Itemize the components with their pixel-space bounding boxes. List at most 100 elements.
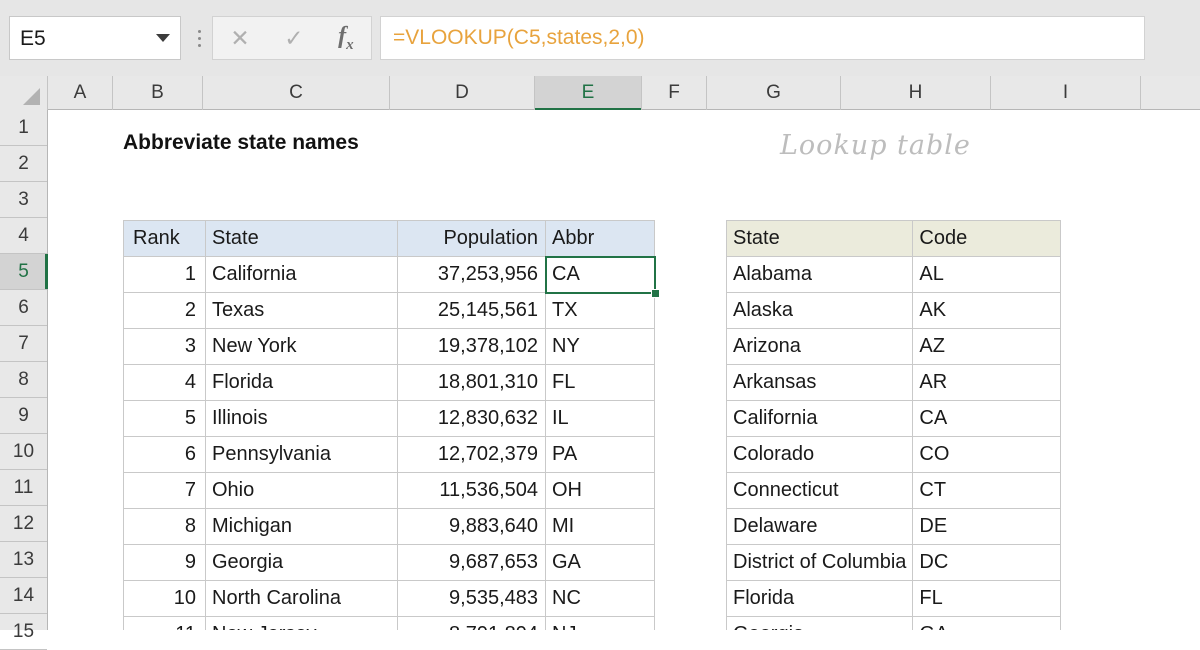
- cell-state[interactable]: North Carolina: [205, 580, 398, 617]
- lookup-row[interactable]: Delaware DE: [725, 508, 1062, 545]
- cell-state[interactable]: Alabama: [725, 256, 914, 293]
- column-header-a[interactable]: A: [48, 76, 113, 110]
- lookup-row[interactable]: Alaska AK: [725, 292, 1062, 329]
- cell-state[interactable]: Pennsylvania: [205, 436, 398, 473]
- cell-code[interactable]: CT: [912, 472, 1062, 509]
- row-header-10[interactable]: 10: [0, 434, 47, 470]
- cell-code[interactable]: DC: [912, 544, 1062, 581]
- lookup-row[interactable]: Connecticut CT: [725, 472, 1062, 509]
- row-header-9[interactable]: 9: [0, 398, 47, 434]
- cell-state[interactable]: Colorado: [725, 436, 914, 473]
- cell-state[interactable]: Ohio: [205, 472, 398, 509]
- cell-state[interactable]: Arizona: [725, 328, 914, 365]
- lookup-row[interactable]: GeorgiaGA: [725, 616, 1062, 630]
- column-header-e[interactable]: E: [535, 76, 642, 111]
- select-all-corner[interactable]: [0, 76, 48, 110]
- row-header-8[interactable]: 8: [0, 362, 47, 398]
- cell-abbr[interactable]: NJ: [545, 616, 655, 630]
- cell-rank[interactable]: 3: [123, 328, 206, 365]
- row-header-4[interactable]: 4: [0, 218, 47, 254]
- fill-handle[interactable]: [651, 289, 660, 298]
- cell-state[interactable]: New Jersey: [205, 616, 398, 630]
- table-row[interactable]: 3 New York 19,378,102 NY: [123, 328, 655, 365]
- lookup-row[interactable]: Florida FL: [725, 580, 1062, 617]
- cell-abbr[interactable]: IL: [545, 400, 655, 437]
- column-header-d[interactable]: D: [390, 76, 535, 110]
- lookup-row[interactable]: Arizona AZ: [725, 328, 1062, 365]
- cell-state[interactable]: California: [205, 256, 398, 293]
- check-icon[interactable]: ✓: [284, 26, 303, 50]
- row-header-7[interactable]: 7: [0, 326, 47, 362]
- cell-state[interactable]: Florida: [205, 364, 398, 401]
- cell-population[interactable]: 9,535,483: [397, 580, 546, 617]
- column-header-g[interactable]: G: [707, 76, 841, 110]
- cell-population[interactable]: 9,883,640: [397, 508, 546, 545]
- cell-abbr[interactable]: TX: [545, 292, 655, 329]
- cell-state[interactable]: Georgia: [205, 544, 398, 581]
- cell-code[interactable]: AL: [912, 256, 1062, 293]
- cell-code[interactable]: DE: [912, 508, 1062, 545]
- table-row[interactable]: 5 Illinois 12,830,632 IL: [123, 400, 655, 437]
- cell-population[interactable]: 12,702,379: [397, 436, 546, 473]
- table-row[interactable]: 6 Pennsylvania 12,702,379 PA: [123, 436, 655, 473]
- column-header-b[interactable]: B: [113, 76, 203, 110]
- lookup-row[interactable]: California CA: [725, 400, 1062, 437]
- cell-state[interactable]: California: [725, 400, 914, 437]
- lookup-row[interactable]: Alabama AL: [725, 256, 1062, 293]
- table-row[interactable]: 10 North Carolina 9,535,483 NC: [123, 580, 655, 617]
- lookup-row[interactable]: Colorado CO: [725, 436, 1062, 473]
- row-header-11[interactable]: 11: [0, 470, 47, 506]
- table-row[interactable]: 11New Jersey8,791,894NJ: [123, 616, 655, 630]
- fx-icon[interactable]: fx: [338, 24, 354, 53]
- cell-rank[interactable]: 10: [123, 580, 206, 617]
- cell-rank[interactable]: 6: [123, 436, 206, 473]
- cell-state[interactable]: Illinois: [205, 400, 398, 437]
- table-row[interactable]: 9 Georgia 9,687,653 GA: [123, 544, 655, 581]
- row-header-13[interactable]: 13: [0, 542, 47, 578]
- cell-code[interactable]: AR: [912, 364, 1062, 401]
- table-row[interactable]: 8 Michigan 9,883,640 MI: [123, 508, 655, 545]
- cell-rank[interactable]: 2: [123, 292, 206, 329]
- table-row[interactable]: 2 Texas 25,145,561 TX: [123, 292, 655, 329]
- cell-population[interactable]: 8,791,894: [397, 616, 546, 630]
- row-header-5[interactable]: 5: [0, 254, 48, 290]
- cell-state[interactable]: New York: [205, 328, 398, 365]
- cell-rank[interactable]: 5: [123, 400, 206, 437]
- cell-population[interactable]: 9,687,653: [397, 544, 546, 581]
- row-header-2[interactable]: 2: [0, 146, 47, 182]
- chevron-down-icon[interactable]: [156, 34, 170, 42]
- cell-abbr[interactable]: PA: [545, 436, 655, 473]
- cell-code[interactable]: GA: [912, 616, 1062, 630]
- column-header-f[interactable]: F: [642, 76, 707, 110]
- cell-abbr[interactable]: MI: [545, 508, 655, 545]
- table-row[interactable]: 7 Ohio 11,536,504 OH: [123, 472, 655, 509]
- lookup-row[interactable]: District of Columbia DC: [725, 544, 1062, 581]
- cell-rank[interactable]: 11: [123, 616, 206, 630]
- cell-abbr[interactable]: GA: [545, 544, 655, 581]
- formula-bar-grip[interactable]: [186, 16, 212, 60]
- row-header-14[interactable]: 14: [0, 578, 47, 614]
- cell-code[interactable]: FL: [912, 580, 1062, 617]
- cell-state[interactable]: District of Columbia: [725, 544, 914, 581]
- row-header-1[interactable]: 1: [0, 110, 47, 146]
- cell-rank[interactable]: 1: [123, 256, 206, 293]
- row-header-6[interactable]: 6: [0, 290, 47, 326]
- row-header-12[interactable]: 12: [0, 506, 47, 542]
- cell-population[interactable]: 18,801,310: [397, 364, 546, 401]
- cell-state[interactable]: Arkansas: [725, 364, 914, 401]
- row-header-3[interactable]: 3: [0, 182, 47, 218]
- name-box[interactable]: E5: [9, 16, 181, 60]
- table-row[interactable]: 4 Florida 18,801,310 FL: [123, 364, 655, 401]
- cell-state[interactable]: Florida: [725, 580, 914, 617]
- cell-rank[interactable]: 9: [123, 544, 206, 581]
- cell-abbr[interactable]: CA: [545, 256, 655, 293]
- cell-state[interactable]: Delaware: [725, 508, 914, 545]
- lookup-row[interactable]: Arkansas AR: [725, 364, 1062, 401]
- row-header-15[interactable]: 15: [0, 614, 47, 650]
- cell-rank[interactable]: 7: [123, 472, 206, 509]
- cell-code[interactable]: CA: [912, 400, 1062, 437]
- cell-state[interactable]: Alaska: [725, 292, 914, 329]
- close-icon[interactable]: ✕: [230, 26, 249, 50]
- cell-state[interactable]: Michigan: [205, 508, 398, 545]
- column-header-h[interactable]: H: [841, 76, 991, 110]
